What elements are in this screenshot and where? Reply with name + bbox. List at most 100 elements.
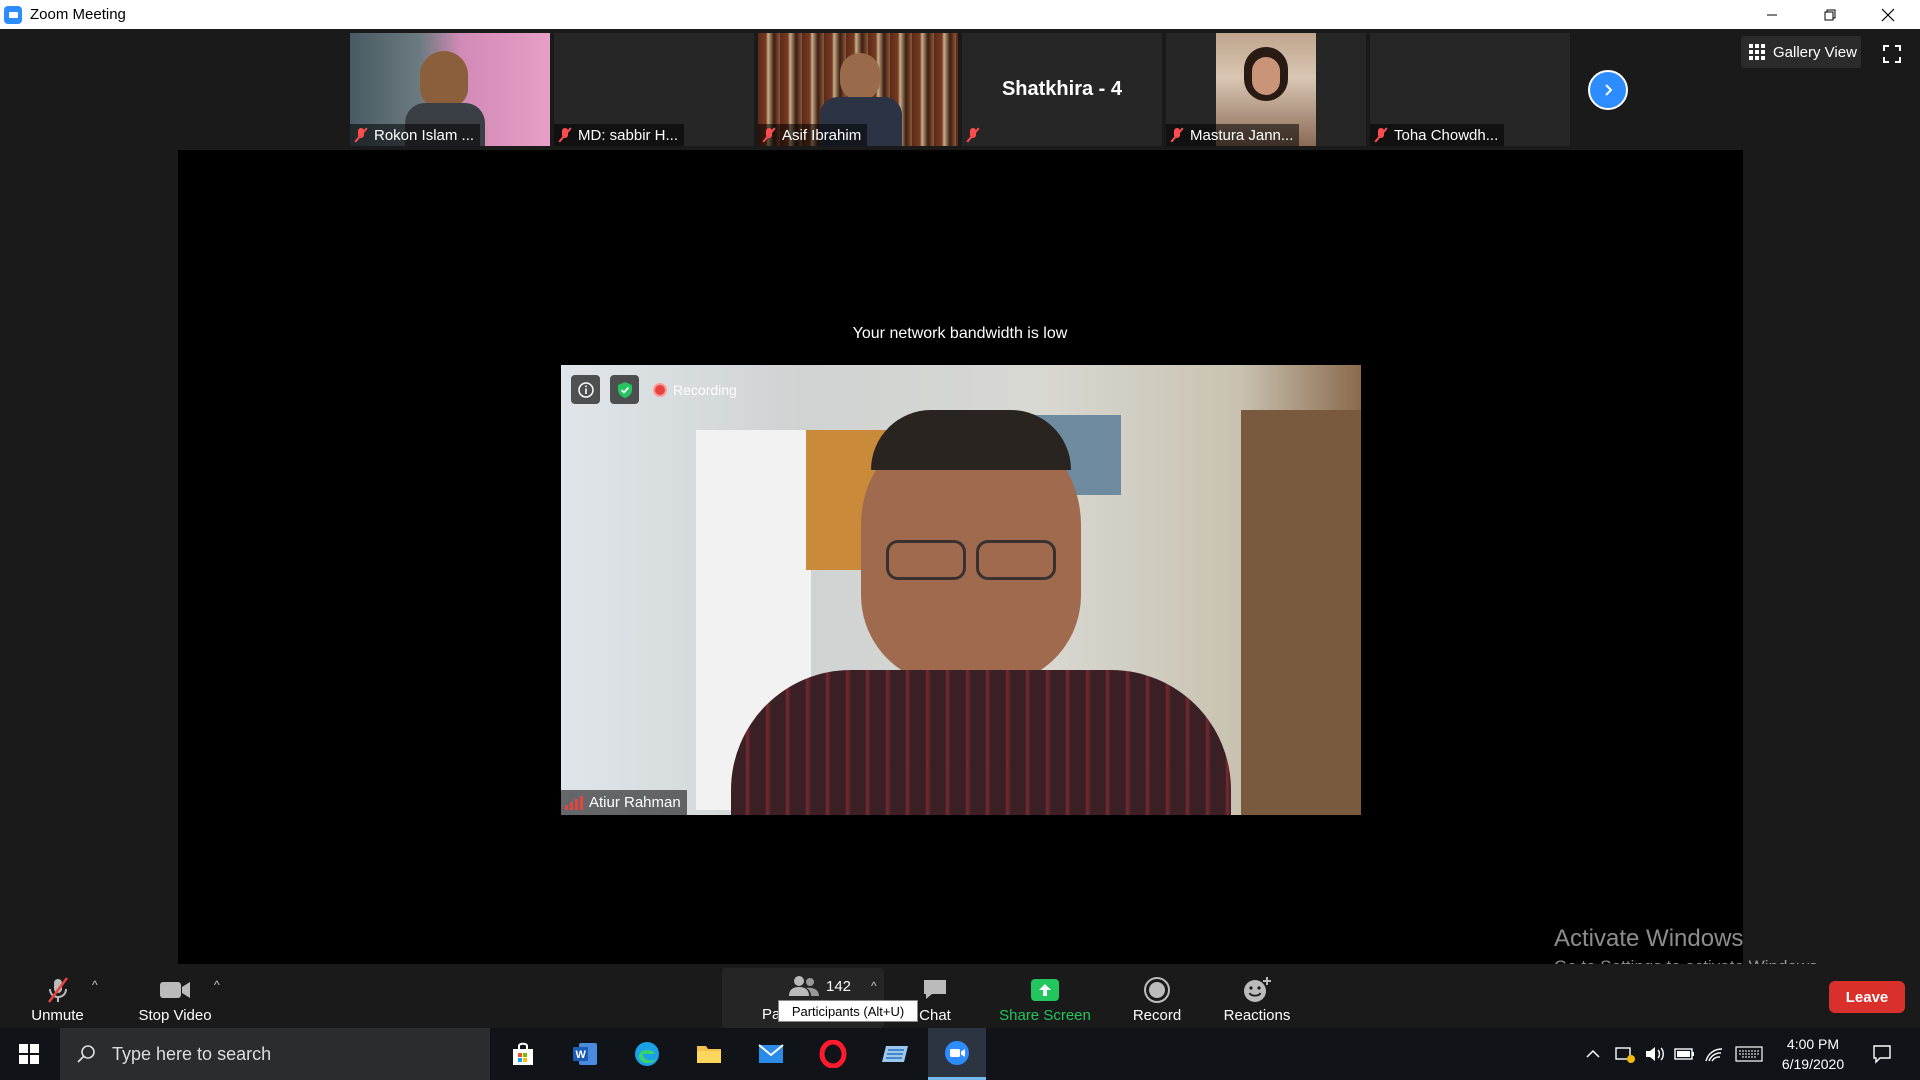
audio-options-caret-icon[interactable]: ^ <box>92 978 98 992</box>
reactions-button[interactable]: Reactions <box>1212 964 1302 1028</box>
meeting-info-button[interactable] <box>571 375 600 404</box>
svg-text:W: W <box>576 1049 587 1061</box>
security-badge[interactable] <box>610 375 639 404</box>
participants-caret-icon[interactable]: ^ <box>871 979 877 993</box>
windows-taskbar: Type here to search W 4:00 PM 6/19/2020 <box>0 1028 1920 1080</box>
battery-tray[interactable] <box>1670 1028 1700 1080</box>
participant-name: Toha Chowdh... <box>1394 126 1499 144</box>
stop-video-button[interactable]: Stop Video <box>130 964 220 1028</box>
speaker-shirt <box>731 670 1231 815</box>
taskbar-mail-app[interactable] <box>742 1028 800 1080</box>
search-icon <box>77 1045 95 1063</box>
recording-bar: Recording <box>571 375 737 404</box>
participant-tile[interactable]: Rokon Islam ... <box>350 33 550 146</box>
participant-name: Asif Ibrahim <box>782 126 862 144</box>
active-speaker-name: Atiur Rahman <box>589 794 681 811</box>
network-warning-icon <box>1615 1047 1635 1063</box>
keyboard-tray[interactable] <box>1732 1028 1766 1080</box>
gallery-view-button[interactable]: Gallery View <box>1741 36 1861 68</box>
share-screen-label: Share Screen <box>999 1007 1091 1024</box>
share-screen-button[interactable]: Share Screen <box>995 964 1095 1028</box>
active-speaker-video[interactable]: Recording Atiur Rahman <box>561 365 1361 815</box>
participant-title: Shatkhira - 4 <box>1001 78 1123 100</box>
participant-tile[interactable]: MD: sabbir H... <box>554 33 754 146</box>
unmute-label: Unmute <box>31 1007 84 1024</box>
taskbar-app[interactable] <box>866 1028 924 1080</box>
taskbar-edge-app[interactable] <box>618 1028 676 1080</box>
show-hidden-icons-button[interactable] <box>1578 1028 1608 1080</box>
chevron-right-icon <box>1605 84 1613 96</box>
active-speaker-nameplate: Atiur Rahman <box>561 790 687 815</box>
search-placeholder: Type here to search <box>112 1043 272 1064</box>
gallery-view-label: Gallery View <box>1773 43 1857 61</box>
restore-icon <box>1824 9 1836 20</box>
speaker-glasses-right <box>976 540 1056 580</box>
participant-face <box>1252 57 1280 95</box>
chat-icon <box>924 980 946 999</box>
clock-date: 6/19/2020 <box>1781 1056 1845 1072</box>
volume-tray[interactable] <box>1640 1028 1670 1080</box>
taskbar-explorer-app[interactable] <box>680 1028 738 1080</box>
edge-browser-icon <box>635 1042 659 1066</box>
participant-tile[interactable]: Mastura Jann... <box>1166 33 1366 146</box>
start-button[interactable] <box>0 1028 58 1080</box>
participant-nameplate: Asif Ibrahim <box>758 124 868 146</box>
background-door <box>1241 410 1361 815</box>
fullscreen-icon[interactable] <box>1883 45 1901 63</box>
wifi-tray[interactable] <box>1700 1028 1730 1080</box>
chevron-up-icon <box>1586 1049 1600 1058</box>
participants-count: 142 <box>826 977 852 995</box>
signal-strength-icon <box>565 795 583 810</box>
leave-meeting-button[interactable]: Leave <box>1829 981 1905 1013</box>
participant-tile[interactable]: Asif Ibrahim <box>758 33 958 146</box>
minimize-icon <box>1767 14 1777 15</box>
unmute-button[interactable]: Unmute <box>20 964 95 1028</box>
muted-mic-icon <box>762 127 776 143</box>
speaker-glasses-left <box>886 540 966 580</box>
window-title: Zoom Meeting <box>30 6 126 23</box>
taskbar-store-app[interactable] <box>494 1028 552 1080</box>
taskbar-word-app[interactable]: W <box>556 1028 614 1080</box>
muted-mic-icon <box>1374 127 1388 143</box>
participant-tile[interactable]: Toha Chowdh... <box>1370 33 1570 146</box>
smiley-add-icon <box>1244 977 1271 1002</box>
watermark-title: Activate Windows <box>1554 925 1744 952</box>
taskbar-clock[interactable]: 4:00 PM 6/19/2020 <box>1768 1034 1858 1074</box>
minimize-button[interactable] <box>1743 0 1801 29</box>
recording-indicator: Recording <box>653 382 737 398</box>
action-center-button[interactable] <box>1862 1028 1902 1080</box>
folder-icon <box>697 1046 721 1063</box>
participant-nameplate <box>962 124 992 146</box>
participant-nameplate: Toha Chowdh... <box>1370 124 1505 146</box>
participant-tile[interactable]: Shatkhira - 4 <box>962 33 1162 146</box>
record-label: Record <box>1132 1007 1182 1024</box>
video-camera-icon <box>160 982 190 998</box>
chat-label: Chat <box>919 1007 951 1024</box>
recording-label: Recording <box>673 381 737 398</box>
notification-icon <box>1873 1045 1891 1064</box>
word-icon: W <box>573 1043 597 1065</box>
mail-icon <box>758 1044 784 1063</box>
recording-dot-icon <box>653 382 667 397</box>
zoom-app-icon <box>4 5 22 24</box>
share-screen-icon <box>1031 979 1059 1001</box>
speaker-hair <box>871 410 1071 470</box>
muted-mic-icon <box>354 127 368 143</box>
stop-video-label: Stop Video <box>138 1007 212 1024</box>
taskbar-opera-app[interactable] <box>804 1028 862 1080</box>
chat-button[interactable]: Chat <box>895 964 975 1028</box>
store-bag-icon <box>513 1042 533 1065</box>
zoom-icon <box>945 1040 969 1065</box>
record-button[interactable]: Record <box>1117 964 1197 1028</box>
window-app-icon <box>882 1046 908 1062</box>
taskbar-search[interactable]: Type here to search <box>60 1028 490 1080</box>
participants-count-row: 142 ^ <box>788 974 877 998</box>
restore-button[interactable] <box>1801 0 1859 29</box>
muted-microphone-icon <box>47 977 68 1003</box>
network-warning-tray[interactable] <box>1610 1028 1640 1080</box>
wifi-icon <box>1705 1048 1723 1062</box>
taskbar-zoom-app[interactable] <box>928 1028 986 1080</box>
next-page-button[interactable] <box>1588 70 1628 110</box>
close-button[interactable] <box>1859 0 1917 29</box>
video-options-caret-icon[interactable]: ^ <box>214 978 220 992</box>
